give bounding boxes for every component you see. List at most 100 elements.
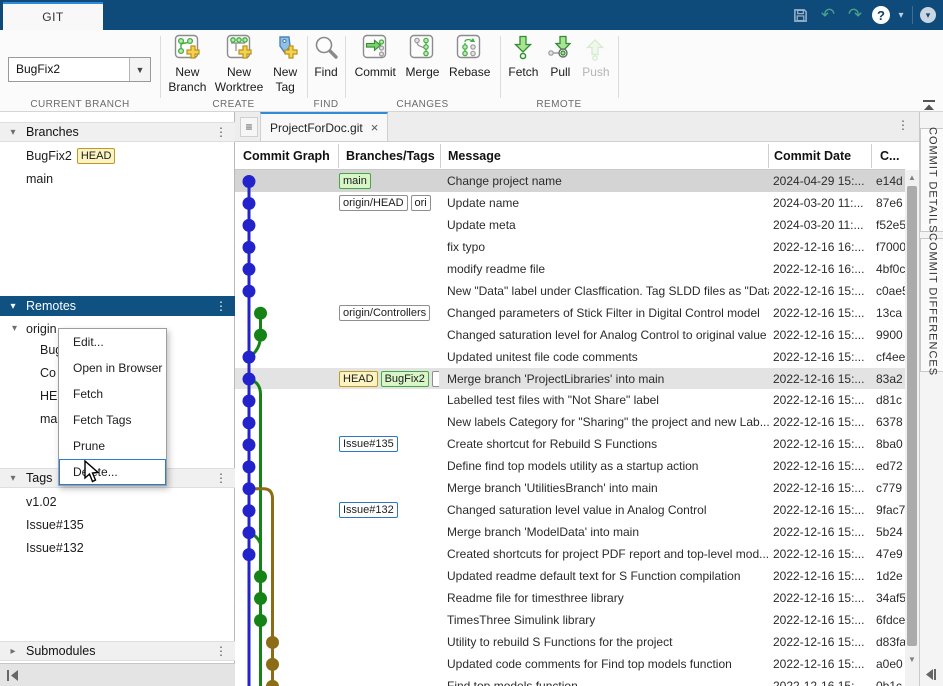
new-branch-button[interactable]: New Branch <box>168 34 206 95</box>
document-bar-menu-icon[interactable]: ≡ <box>240 117 258 137</box>
table-row[interactable]: Merge branch 'UtilitiesBranch' into main… <box>235 477 905 499</box>
current-branch-value: BugFix2 <box>9 58 129 81</box>
scroll-up-icon[interactable]: ▲ <box>905 170 919 185</box>
save-icon[interactable] <box>790 6 810 24</box>
table-row[interactable]: Updated unitest file code comments2022-1… <box>235 346 905 368</box>
toolstrip-tab-git[interactable]: GIT <box>3 2 103 30</box>
tab-commit-details[interactable]: COMMIT DETAILS <box>920 128 943 232</box>
tag-item-issue132[interactable]: Issue#132 <box>26 538 84 558</box>
commit-date: 2024-04-29 15:... <box>773 170 872 192</box>
kebab-menu-icon[interactable]: ⋮ <box>897 118 909 132</box>
chevron-down-icon[interactable]: ▾ <box>12 323 17 334</box>
table-row[interactable]: Find top models function2022-12-16 15:..… <box>235 675 905 686</box>
menu-item-fetch-tags[interactable]: Fetch Tags <box>59 407 166 433</box>
close-icon[interactable]: × <box>371 120 379 135</box>
column-header-branches-tags[interactable]: Branches/Tags <box>346 142 438 170</box>
table-row[interactable]: fix typo2022-12-16 16:...f7000 <box>235 236 905 258</box>
menu-item-prune[interactable]: Prune <box>59 433 166 459</box>
table-row[interactable]: Issue#135Create shortcut for Rebuild S F… <box>235 433 905 455</box>
table-row[interactable]: Updated readme default text for S Functi… <box>235 565 905 587</box>
branch-item-main[interactable]: main <box>26 169 53 189</box>
sidebar-section-submodules[interactable]: ▸ Submodules ⋮ <box>0 641 235 661</box>
expand-panel-icon[interactable] <box>923 668 937 684</box>
table-row[interactable]: New "Data" label under Clasffication. Ta… <box>235 280 905 302</box>
chevron-down-icon[interactable]: ▼ <box>129 58 150 81</box>
kebab-menu-icon[interactable]: ⋮ <box>215 125 227 139</box>
table-row[interactable]: Merge branch 'ModelData' into main2022-1… <box>235 521 905 543</box>
new-worktree-button[interactable]: New Worktree <box>215 34 263 95</box>
tag-item-issue135[interactable]: Issue#135 <box>26 515 84 535</box>
sidebar-section-branches[interactable]: ▾ Branches ⋮ <box>0 122 235 142</box>
table-row[interactable]: Utility to rebuild S Functions for the p… <box>235 631 905 653</box>
undo-icon[interactable]: ↶ <box>818 6 838 24</box>
table-row[interactable]: New labels Category for "Sharing" the pr… <box>235 411 905 433</box>
toolstrip: BugFix2 ▼ CURRENT BRANCH New BranchNew W… <box>0 30 943 112</box>
collapse-panel-left-icon[interactable] <box>6 669 20 682</box>
column-header-message[interactable]: Message <box>448 142 768 170</box>
table-row[interactable]: Updated code comments for Find top model… <box>235 653 905 675</box>
collapse-toolstrip-icon[interactable] <box>921 99 937 115</box>
column-divider[interactable] <box>338 144 339 168</box>
more-caret-icon[interactable]: ▾ <box>920 7 936 23</box>
branch-tag-badges <box>339 214 439 236</box>
column-header-commit-graph[interactable]: Commit Graph <box>243 142 338 170</box>
fetch-button[interactable]: Fetch <box>508 34 538 80</box>
kebab-menu-icon[interactable]: ⋮ <box>215 299 227 313</box>
right-panel-strip: COMMIT DETAILS COMMIT DIFFERENCES <box>919 112 943 686</box>
document-tab[interactable]: ProjectForDoc.git × <box>260 112 388 142</box>
column-header-hash[interactable]: C... <box>880 142 904 170</box>
menu-item-edit[interactable]: Edit... <box>59 329 166 355</box>
help-caret-icon[interactable]: ▾ <box>894 6 908 24</box>
scroll-down-icon[interactable]: ▼ <box>905 652 919 667</box>
table-row[interactable]: TimesThree Simulink library2022-12-16 15… <box>235 609 905 631</box>
scrollbar-thumb[interactable] <box>907 186 917 646</box>
commit-hash: 34af5 <box>876 587 905 609</box>
table-row[interactable]: Labelled test files with "Not Share" lab… <box>235 390 905 412</box>
commit-date: 2022-12-16 15:... <box>773 521 872 543</box>
tab-commit-differences[interactable]: COMMIT DIFFERENCES <box>920 238 943 372</box>
column-header-commit-date[interactable]: Commit Date <box>774 142 869 170</box>
column-divider[interactable] <box>871 144 872 168</box>
remote-child-item[interactable]: HE <box>40 386 57 406</box>
remote-child-item[interactable]: Co <box>40 363 56 383</box>
new-tag-button[interactable]: New Tag <box>272 34 299 95</box>
branch-name: main <box>26 172 53 186</box>
table-row[interactable]: Created shortcuts for project PDF report… <box>235 543 905 565</box>
remote-origin[interactable]: origin <box>26 319 57 339</box>
table-row[interactable]: HEADBugFix2Merge branch 'ProjectLibrarie… <box>235 368 905 390</box>
table-row[interactable]: Changed saturation level for Analog Cont… <box>235 324 905 346</box>
kebab-menu-icon[interactable]: ⋮ <box>215 644 227 658</box>
table-row[interactable]: Update meta2024-03-20 11:...f52e5 <box>235 214 905 236</box>
branch-item-bugfix2[interactable]: BugFix2HEAD <box>26 146 115 166</box>
column-divider[interactable] <box>768 144 769 168</box>
table-row[interactable]: modify readme file2022-12-16 16:...4bf0c <box>235 258 905 280</box>
table-row[interactable]: origin/ControllersChanged parameters of … <box>235 302 905 324</box>
pull-button[interactable]: Pull <box>547 34 574 80</box>
table-row[interactable]: Issue#132Changed saturation level value … <box>235 499 905 521</box>
table-scrollbar[interactable]: ▲ ▼ <box>905 170 919 686</box>
section-label-changes: CHANGES <box>345 99 500 110</box>
table-row[interactable]: origin/HEADoriUpdate name2024-03-20 11:.… <box>235 192 905 214</box>
column-divider[interactable] <box>440 144 441 168</box>
table-row[interactable]: Define find top models utility as a star… <box>235 455 905 477</box>
table-row[interactable]: Readme file for timesthree library2022-1… <box>235 587 905 609</box>
menu-item-open-in-browser[interactable]: Open in Browser <box>59 355 166 381</box>
button-label: Rebase <box>449 65 490 80</box>
commit-button[interactable]: Commit <box>355 34 396 80</box>
commit-hash: d83fa <box>876 631 905 653</box>
table-row[interactable]: mainChange project name2024-04-29 15:...… <box>235 170 905 192</box>
rebase-button[interactable]: Rebase <box>449 34 490 80</box>
tag-item-v1.02[interactable]: v1.02 <box>26 492 57 512</box>
commit-date: 2022-12-16 15:... <box>773 675 872 686</box>
help-icon[interactable]: ? <box>872 6 890 24</box>
find-button[interactable]: Find <box>313 34 340 80</box>
current-branch-combobox[interactable]: BugFix2 ▼ <box>8 57 151 82</box>
commit-date: 2022-12-16 15:... <box>773 302 872 324</box>
remote-child-item[interactable]: ma <box>40 409 57 429</box>
redo-icon[interactable]: ↷ <box>845 6 865 24</box>
merge-button[interactable]: Merge <box>405 34 439 80</box>
menu-item-delete[interactable]: Delete... <box>59 459 166 485</box>
kebab-menu-icon[interactable]: ⋮ <box>215 471 227 485</box>
sidebar-section-remotes[interactable]: ▾ Remotes ⋮ <box>0 296 235 316</box>
menu-item-fetch[interactable]: Fetch <box>59 381 166 407</box>
